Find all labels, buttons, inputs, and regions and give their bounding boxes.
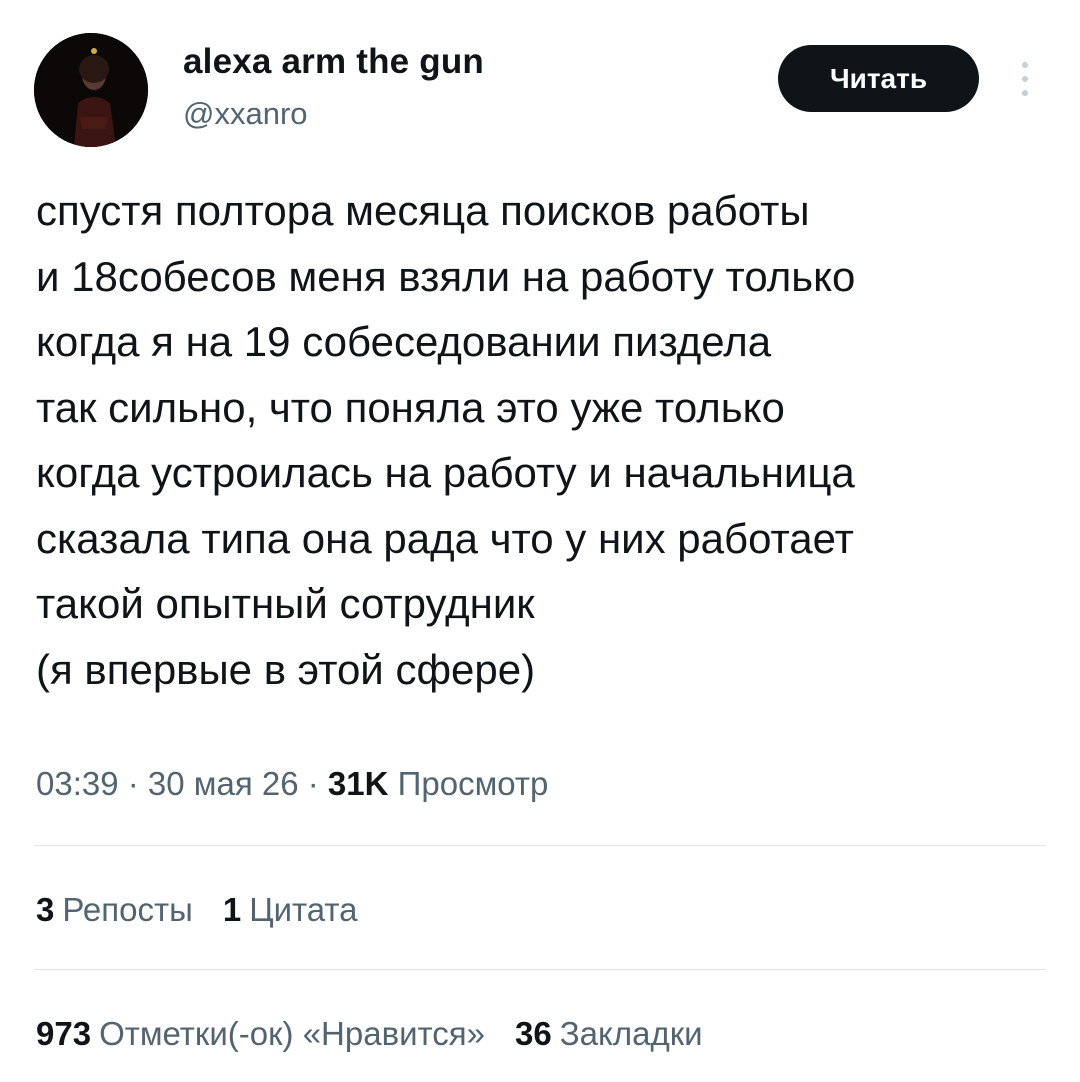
reposts-stat[interactable]: 3 Репосты — [36, 891, 193, 929]
tweet-date[interactable]: 30 мая 26 — [148, 765, 299, 802]
tweet-line: так сильно, что поняла это уже только — [36, 383, 785, 431]
quotes-count: 1 — [222, 891, 242, 928]
avatar-image — [34, 33, 148, 147]
quotes-label: Цитата — [249, 891, 358, 928]
reposts-count: 3 — [36, 891, 55, 928]
likes-stat[interactable]: 973 Отметки(-ок) «Нравится» — [36, 1015, 485, 1053]
divider — [34, 845, 1046, 846]
tweet: alexa arm the gun @xxanro Читать спустя … — [0, 0, 1080, 1082]
bookmarks-label: Закладки — [559, 1015, 703, 1052]
more-dot — [1022, 90, 1028, 96]
tweet-line: (я впервые в этой сфере) — [36, 645, 536, 693]
follow-button[interactable]: Читать — [778, 45, 979, 112]
tweet-line: такой опытный сотрудник — [36, 580, 535, 627]
stats-row-likes: 973 Отметки(-ок) «Нравится» 36 Закладки — [36, 1015, 703, 1053]
more-dot — [1022, 62, 1028, 68]
tweet-line: спустя полтора месяца поисков работы — [36, 187, 810, 234]
views-label[interactable]: Просмотр — [398, 765, 549, 802]
likes-count: 973 — [36, 1015, 92, 1052]
more-dot — [1022, 76, 1028, 82]
user-handle[interactable]: @xxanro — [183, 96, 308, 132]
avatar[interactable] — [34, 33, 148, 147]
quotes-stat[interactable]: 1 Цитата — [223, 891, 358, 929]
divider — [34, 969, 1046, 970]
tweet-line: когда я на 19 собеседовании пиздела — [36, 318, 772, 365]
tweet-line: сказала типа она рада что у них работает — [36, 514, 854, 562]
likes-label: Отметки(-ок) «Нравится» — [99, 1015, 486, 1052]
bookmarks-stat[interactable]: 36 Закладки — [515, 1015, 703, 1053]
display-name[interactable]: alexa arm the gun — [183, 42, 484, 82]
tweet-line: когда устроилась на работу и начальница — [36, 449, 855, 496]
meta-separator: · — [118, 765, 148, 802]
bookmarks-count: 36 — [515, 1015, 552, 1052]
more-vertical-icon[interactable] — [1010, 56, 1040, 102]
reposts-label: Репосты — [62, 891, 193, 928]
views-count[interactable]: 31K — [328, 765, 389, 802]
tweet-meta: 03:39 · 30 мая 26 · 31K Просмотр — [36, 765, 548, 803]
tweet-line: и 18собесов меня взяли на работу только — [36, 252, 856, 300]
tweet-text: спустя полтора месяца поисков работы и 1… — [36, 178, 1056, 702]
meta-separator: · — [298, 765, 328, 802]
stats-row-reposts: 3 Репосты 1 Цитата — [36, 891, 358, 929]
tweet-time[interactable]: 03:39 — [36, 765, 119, 802]
